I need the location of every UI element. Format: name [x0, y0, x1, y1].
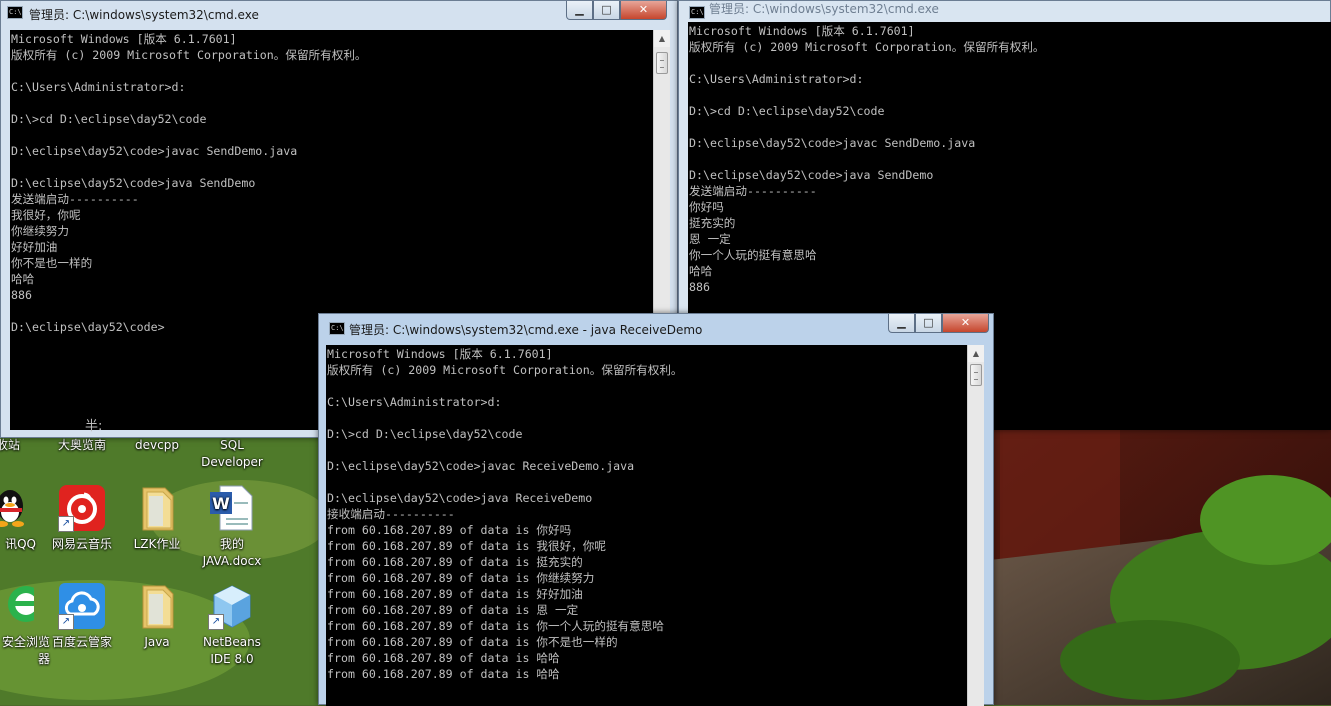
- maximize-button[interactable]: □: [593, 1, 620, 20]
- scroll-up-button[interactable]: ▲: [654, 30, 670, 47]
- close-button[interactable]: ✕: [942, 314, 989, 333]
- word-document-icon: W: [208, 484, 256, 532]
- close-button[interactable]: ✕: [620, 1, 667, 20]
- desktop-icon-netease-music[interactable]: ↗ 网易云音乐: [42, 484, 122, 553]
- desktop-icon-baidu-cloud[interactable]: ↗ 百度云管家: [42, 582, 122, 651]
- scroll-thumb[interactable]: [656, 52, 668, 74]
- folder-icon: [133, 582, 181, 630]
- minimize-button[interactable]: ▁: [566, 1, 593, 20]
- console-output[interactable]: Microsoft Windows [版本 6.1.7601] 版权所有 (c)…: [326, 345, 967, 706]
- desktop-icon-label: LZK作业: [133, 537, 181, 551]
- shortcut-arrow-icon: ↗: [58, 516, 74, 532]
- browser-icon: [0, 582, 44, 630]
- desktop-icon-label: NetBeans IDE 8.0: [203, 635, 261, 666]
- desktop-label-app[interactable]: 大奥览南: [42, 437, 122, 454]
- window-title: 管理员: C:\windows\system32\cmd.exe: [709, 2, 939, 16]
- cmd-window-receive[interactable]: C:\ 管理员: C:\windows\system32\cmd.exe - j…: [318, 313, 994, 706]
- desktop-label-sql-developer[interactable]: SQL Developer: [192, 437, 272, 471]
- desktop-label-recycle-bin[interactable]: 收站: [0, 437, 38, 454]
- cmd-icon: C:\: [689, 6, 705, 19]
- title-bar[interactable]: C:\ 管理员: C:\windows\system32\cmd.exe - j…: [319, 314, 993, 338]
- shortcut-arrow-icon: ↗: [208, 614, 224, 630]
- desktop-icon-label: 我的 JAVA.docx: [202, 537, 262, 568]
- qq-penguin-icon: [0, 484, 34, 532]
- vertical-scrollbar[interactable]: ▲: [967, 345, 984, 706]
- folder-icon: [133, 484, 181, 532]
- desktop-icon-netbeans[interactable]: ↗ NetBeans IDE 8.0: [192, 582, 272, 668]
- cmd-icon: C:\: [329, 322, 345, 335]
- desktop-icon-java-folder[interactable]: Java: [117, 582, 197, 651]
- desktop-icon-label: Java: [144, 635, 170, 649]
- title-bar[interactable]: C:\ 管理员: C:\windows\system32\cmd.exe ▁ □…: [1, 1, 677, 25]
- cmd-icon: C:\: [7, 6, 23, 19]
- console-text: Microsoft Windows [版本 6.1.7601] 版权所有 (c)…: [11, 32, 367, 334]
- desktop-icon-label: 网易云音乐: [51, 537, 112, 551]
- window-title: 管理员: C:\windows\system32\cmd.exe: [29, 8, 259, 22]
- maximize-button[interactable]: □: [915, 314, 942, 333]
- netease-cloud-music-icon: ↗: [58, 484, 106, 532]
- desktop-icon-lzk-homework[interactable]: LZK作业: [117, 484, 197, 553]
- window-title: 管理员: C:\windows\system32\cmd.exe - java …: [349, 323, 703, 337]
- desktop-icon-my-java-docx[interactable]: W 我的 JAVA.docx: [192, 484, 272, 570]
- console-text: Microsoft Windows [版本 6.1.7601] 版权所有 (c)…: [327, 347, 683, 681]
- netbeans-cube-icon: ↗: [208, 582, 256, 630]
- console-text: Microsoft Windows [版本 6.1.7601] 版权所有 (c)…: [689, 24, 1045, 294]
- shortcut-arrow-icon: ↗: [58, 614, 74, 630]
- minimize-button[interactable]: ▁: [888, 314, 915, 333]
- ime-status-text: 半:: [85, 419, 103, 434]
- desktop-icon-label: 百度云管家: [51, 635, 112, 649]
- scroll-up-button[interactable]: ▲: [968, 345, 984, 362]
- scroll-thumb[interactable]: [970, 364, 982, 386]
- baidu-cloud-icon: ↗: [58, 582, 106, 630]
- svg-text:W: W: [212, 494, 230, 513]
- desktop-label-devcpp[interactable]: devcpp: [117, 437, 197, 454]
